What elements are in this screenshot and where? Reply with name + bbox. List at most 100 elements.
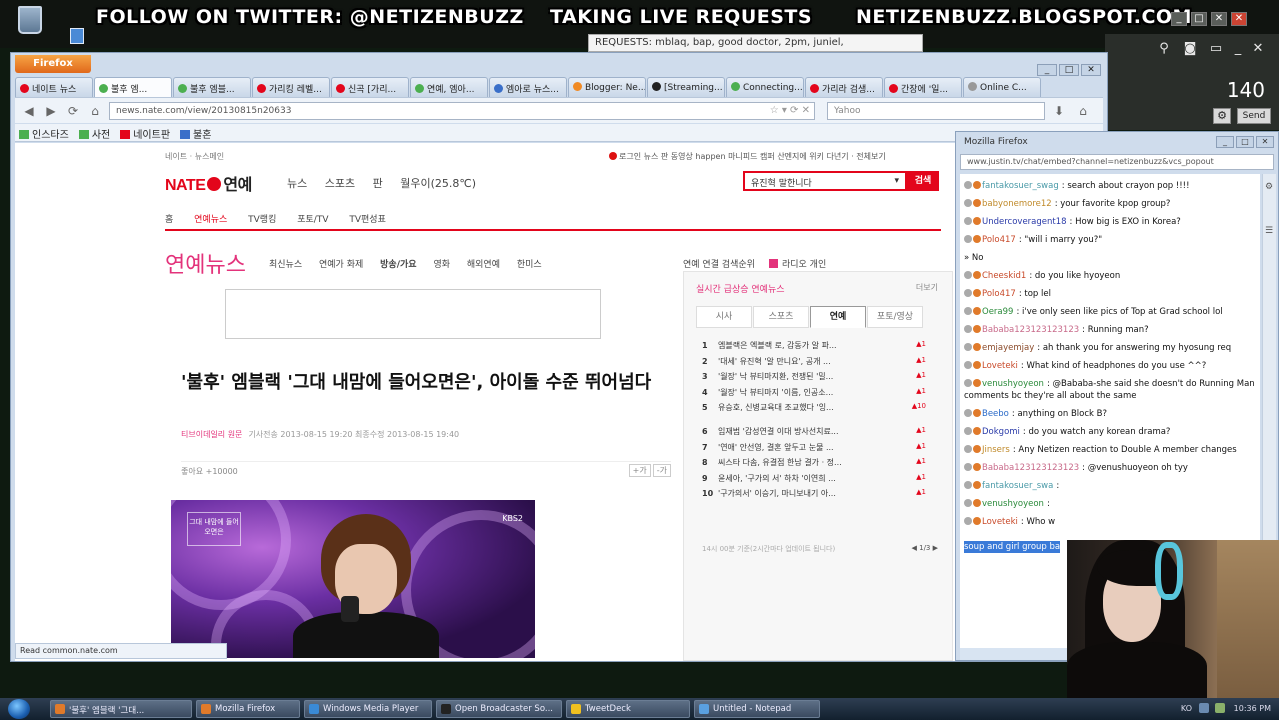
chat-username[interactable]: Jinsers	[982, 445, 1010, 455]
firefox-menu-button[interactable]: Firefox	[15, 55, 91, 73]
gnb-pan[interactable]: 판	[373, 177, 383, 190]
subnav-tv-ranking[interactable]: TV랭킹	[248, 215, 276, 225]
location-pin-icon[interactable]: ⚲	[1157, 42, 1171, 56]
browser-tab[interactable]: Blogger: Ne...	[568, 77, 646, 97]
taskbar-button[interactable]: Open Broadcaster So...	[436, 700, 562, 718]
browser-tab[interactable]: 불후 엠블...	[173, 77, 251, 97]
gnb-sports[interactable]: 스포츠	[325, 177, 355, 190]
nate-search-input[interactable]: 유진혁 말한니다 ▾	[743, 171, 907, 191]
ranking-item[interactable]: 3 '월장' 낙 뷰티마지환, 전쟁된 '밀... ▲1	[702, 371, 932, 387]
bookmark-item[interactable]: 네이트판	[120, 126, 170, 141]
minimize-icon[interactable]: _	[1231, 42, 1245, 56]
ranking-item[interactable]: 8 씨스타 다솜, 유결점 한남 결가 · 정... ▲1	[702, 457, 932, 473]
send-button[interactable]: Send	[1237, 108, 1271, 124]
utility-right-links[interactable]: 로그인 뉴스 판 동영상 happen 마니피드 캠퍼 산멘지에 위키 다년기 …	[609, 151, 886, 162]
taskbar-button[interactable]: Mozilla Firefox	[196, 700, 300, 718]
nate-logo[interactable]: NATE 연예	[165, 171, 252, 195]
chat-username[interactable]: venushyoyeon	[982, 499, 1044, 509]
ranking-more-link[interactable]: 더보기	[916, 282, 938, 293]
maximize-icon[interactable]: □	[1236, 136, 1254, 148]
home-icon[interactable]: ⌂	[87, 103, 103, 119]
network-icon[interactable]	[1198, 703, 1209, 713]
bookmark-item[interactable]: 불혼	[180, 126, 211, 141]
ad-banner[interactable]	[225, 289, 601, 339]
browser-tab[interactable]: 가리라 검생...	[805, 77, 883, 97]
ranking-item[interactable]: 1 엠블랙은 엑블랙 로, 감동가 알 파... ▲1	[702, 340, 932, 356]
gnb-news[interactable]: 뉴스	[287, 177, 307, 190]
taskbar-button[interactable]: Untitled - Notepad	[694, 700, 820, 718]
browser-tab[interactable]: [Streaming...	[647, 77, 725, 97]
gnb-weather[interactable]: 월우이(25.8℃)	[400, 177, 476, 190]
chat-username[interactable]: Loveteki	[982, 361, 1018, 371]
browser-tab[interactable]: 신곡 [가리...	[331, 77, 409, 97]
section-menu-item[interactable]: 최신뉴스	[269, 260, 302, 270]
subnav-home[interactable]: 홈	[165, 215, 173, 225]
chat-username[interactable]: Dokgomi	[982, 427, 1020, 437]
section-menu-item[interactable]: 방송/가요	[380, 260, 416, 270]
ranking-item[interactable]: 2 '대세' 유진혁 '알 만니요', 공개 ... ▲1	[702, 356, 932, 372]
chat-username[interactable]: Undercoveragent18	[982, 217, 1067, 227]
section-menu-item[interactable]: 연예가 화제	[319, 260, 363, 270]
ranking-tab[interactable]: 연예	[810, 306, 866, 328]
chat-username[interactable]: babyonemore12	[982, 199, 1052, 209]
ranking-item[interactable]: 5 유승호, 신병교육대 조교했다 '잉... ▲10	[702, 402, 932, 418]
chevron-down-icon[interactable]: ▾	[894, 176, 899, 186]
ranking-item[interactable]: 10 '구가의서' 이승기, 마니보내기 아... ▲1	[702, 488, 932, 504]
ranking-item[interactable]: 4 '월장' 낙 뷰티마지 '이름, 인공소... ▲1	[702, 387, 932, 403]
section-menu-item[interactable]: 영화	[433, 260, 450, 270]
recycle-bin-icon[interactable]	[18, 6, 42, 34]
ranking-tab[interactable]: 포토/영상	[867, 306, 923, 328]
section-menu-item[interactable]: 해외연예	[467, 260, 500, 270]
chat-username[interactable]: Oera99	[982, 307, 1013, 317]
ranking-item[interactable]: 7 '연애' 안선영, 결혼 앞두고 눈물 ... ▲1	[702, 442, 932, 458]
ranking-tab[interactable]: 스포츠	[753, 306, 809, 328]
minimize-icon[interactable]: _	[1037, 64, 1057, 76]
start-button[interactable]	[8, 699, 30, 719]
font-increase-button[interactable]: +가	[628, 464, 651, 477]
article-source-link[interactable]: 티브이데일리 원문	[181, 430, 242, 439]
chat-username[interactable]: Cheeskid1	[982, 271, 1026, 281]
maximize-icon[interactable]: □	[1059, 64, 1079, 76]
window-toggle-icon[interactable]: ▭	[1209, 42, 1223, 56]
chat-username[interactable]: fantakosuer_swag	[982, 181, 1059, 191]
subnav-tv-schedule[interactable]: TV편성표	[349, 215, 386, 225]
back-arrow-icon[interactable]: ◀	[21, 103, 37, 119]
maximize-icon[interactable]: □	[1191, 12, 1207, 26]
chat-username[interactable]: Loveteki	[982, 517, 1018, 527]
gear-icon[interactable]: ⚙	[1213, 108, 1231, 124]
browser-tab[interactable]: Online C...	[963, 77, 1041, 97]
ranking-pagination[interactable]: ◀ 1/3 ▶	[912, 544, 938, 552]
subnav-photo-tv[interactable]: 포토/TV	[297, 215, 328, 225]
browser-tab[interactable]: 엠아로 뉴스...	[489, 77, 567, 97]
taskbar-button[interactable]: Windows Media Player	[304, 700, 432, 718]
home-icon[interactable]: ⌂	[1075, 103, 1091, 119]
close-icon[interactable]: ✕	[1081, 64, 1101, 76]
browser-tab[interactable]: Connecting...	[726, 77, 804, 97]
reload-icon[interactable]: ⟳	[65, 103, 81, 119]
ranking-tab[interactable]: 시사	[696, 306, 752, 328]
search-input[interactable]: Yahoo	[827, 102, 1045, 120]
camera-icon[interactable]: ◙	[1183, 42, 1197, 56]
chat-username[interactable]: emjayemjay	[982, 343, 1034, 353]
bookmark-item[interactable]: 인스타즈	[19, 126, 69, 141]
chat-username[interactable]: Polo417	[982, 289, 1016, 299]
close-icon[interactable]: ✕	[1231, 12, 1247, 26]
ranking-item[interactable]: 6 임재범 '감성연결 이대 방사선치료... ▲1	[702, 426, 932, 442]
browser-tab[interactable]: 가리킹 레벨...	[252, 77, 330, 97]
section-menu-item[interactable]: 한미스	[517, 260, 542, 270]
nate-search-button[interactable]: 검색	[907, 171, 939, 191]
browser-tab[interactable]: 간장에 '일...	[884, 77, 962, 97]
browser-tab[interactable]: 불후 엠...	[94, 77, 172, 97]
close-icon[interactable]: ✕	[1211, 12, 1227, 26]
minimize-icon[interactable]: _	[1216, 136, 1234, 148]
clock[interactable]: 10:36 PM	[1234, 704, 1271, 713]
download-icon[interactable]: ⬇	[1051, 103, 1067, 119]
desktop-shortcut-icon[interactable]	[70, 28, 84, 44]
bookmark-item[interactable]: 사전	[78, 126, 110, 141]
chat-username[interactable]: Bababa123123123123	[982, 463, 1079, 473]
ranking-item[interactable]: 9 윤세아, '구가의 서' 하차 '이연희 ... ▲1	[702, 473, 932, 489]
close-icon[interactable]: ✕	[1251, 42, 1265, 56]
browser-tab[interactable]: 네이트 뉴스	[15, 77, 93, 97]
chat-username[interactable]: Polo417	[982, 235, 1016, 245]
bookmark-star-icon[interactable]: ☆ ▾ ⟳ ✕	[770, 105, 810, 116]
